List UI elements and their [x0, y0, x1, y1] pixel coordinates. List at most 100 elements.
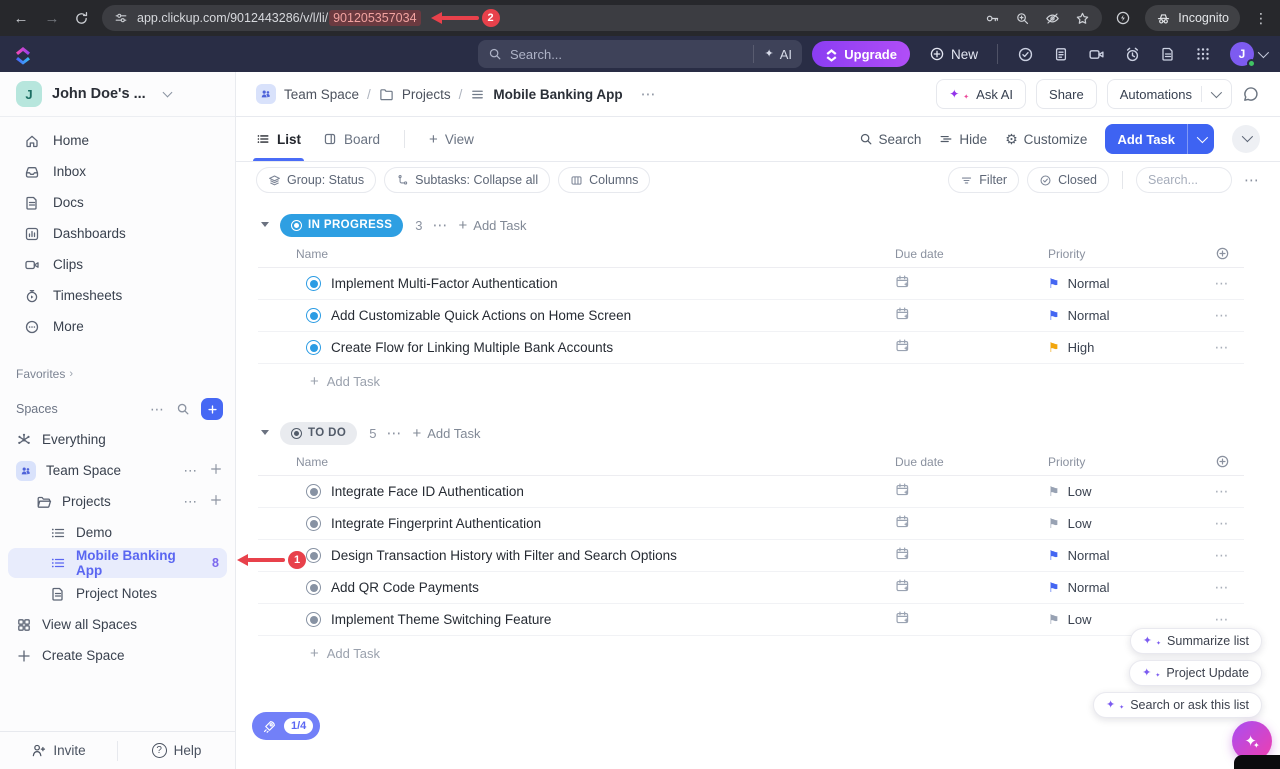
calplus-icon[interactable]: [895, 482, 910, 497]
task-status-icon[interactable]: [306, 612, 321, 627]
more-icon[interactable]: ⋯: [184, 494, 198, 510]
extension-icon[interactable]: [1115, 10, 1131, 26]
sidebar-item-team-space[interactable]: Team Space⋯: [0, 455, 235, 486]
column-header-name[interactable]: Name: [258, 247, 880, 261]
spaces-search-icon[interactable]: [176, 402, 190, 416]
calplus-icon[interactable]: [895, 274, 910, 289]
group-add-task-button[interactable]: +Add Task: [459, 218, 527, 233]
clickup-logo-icon[interactable]: [14, 44, 32, 65]
browser-menu-icon[interactable]: ⋮: [1254, 10, 1268, 27]
task-due-date-cell[interactable]: [880, 514, 1042, 534]
status-pill[interactable]: TO DO: [280, 422, 357, 445]
filter-pill[interactable]: Filter: [948, 167, 1019, 193]
video-record-icon[interactable]: [1088, 46, 1105, 63]
task-row[interactable]: Add QR Code Payments⚑Normal⋯: [258, 572, 1244, 604]
columns-pill[interactable]: Columns: [558, 167, 650, 193]
task-status-icon[interactable]: [306, 580, 321, 595]
apps-grid-icon[interactable]: [1195, 46, 1211, 62]
url-text[interactable]: app.clickup.com/9012443286/v/l/li/901205…: [137, 9, 976, 27]
todo-check-icon[interactable]: [1017, 46, 1034, 63]
sidebar-item-docs[interactable]: Docs: [0, 187, 235, 218]
calplus-icon[interactable]: [895, 610, 910, 625]
task-row[interactable]: Integrate Face ID Authentication ⚑Low⋯: [258, 476, 1244, 508]
calplus-icon[interactable]: [895, 514, 910, 529]
task-row[interactable]: Integrate Fingerprint Authentication⚑Low…: [258, 508, 1244, 540]
status-pill[interactable]: IN PROGRESS: [280, 214, 403, 237]
task-more-icon[interactable]: ⋯: [1200, 307, 1244, 324]
add-column-button[interactable]: [1200, 246, 1244, 261]
invite-button[interactable]: Invite: [0, 743, 117, 758]
task-more-icon[interactable]: ⋯: [1200, 515, 1244, 532]
task-due-date-cell[interactable]: [880, 610, 1042, 630]
user-menu[interactable]: J: [1230, 42, 1266, 66]
add-task-row[interactable]: +Add Task: [258, 636, 1244, 670]
breadcrumb-team-space[interactable]: Team Space: [284, 87, 359, 102]
search-or-ask-button[interactable]: ✦✦ Search or ask this list: [1093, 692, 1262, 718]
add-icon[interactable]: [209, 493, 223, 510]
sidebar-item-mobile-banking-app[interactable]: Mobile Banking App8: [8, 548, 227, 578]
calplus-icon[interactable]: [895, 338, 910, 353]
task-status-icon[interactable]: [306, 340, 321, 355]
browser-back-icon[interactable]: ←: [12, 10, 30, 27]
customize-button[interactable]: ⚙ Customize: [1005, 132, 1087, 147]
task-row[interactable]: Add Customizable Quick Actions on Home S…: [258, 300, 1244, 332]
task-status-icon[interactable]: [306, 516, 321, 531]
add-icon[interactable]: [209, 462, 223, 479]
task-name[interactable]: Implement Theme Switching Feature: [331, 612, 551, 627]
task-due-date-cell[interactable]: [880, 338, 1042, 358]
spaces-more-icon[interactable]: ⋯: [150, 401, 165, 418]
task-name[interactable]: Implement Multi-Factor Authentication: [331, 276, 558, 291]
task-name[interactable]: Add QR Code Payments: [331, 580, 479, 595]
task-priority-cell[interactable]: ⚑Normal: [1042, 276, 1200, 291]
task-due-date-cell[interactable]: [880, 546, 1042, 566]
sidebar-item-create-space[interactable]: Create Space: [0, 640, 235, 671]
list-search-button[interactable]: Search: [859, 132, 922, 147]
sidebar-item-clips[interactable]: Clips: [0, 249, 235, 280]
sidebar-item-everything[interactable]: Everything: [0, 424, 235, 455]
add-task-button[interactable]: Add Task: [1105, 124, 1214, 154]
task-status-icon[interactable]: [306, 548, 321, 563]
browser-forward-icon[interactable]: →: [43, 10, 61, 27]
task-more-icon[interactable]: ⋯: [1200, 483, 1244, 500]
project-update-button[interactable]: ✦✦ Project Update: [1129, 660, 1262, 686]
task-row[interactable]: Design Transaction History with Filter a…: [258, 540, 1244, 572]
group-more-icon[interactable]: ⋯: [433, 216, 449, 234]
filter-more-icon[interactable]: ⋯: [1244, 171, 1260, 189]
task-name[interactable]: Integrate Face ID Authentication: [331, 484, 524, 499]
notepad-icon[interactable]: [1053, 46, 1069, 62]
task-due-date-cell[interactable]: [880, 578, 1042, 598]
closed-pill[interactable]: Closed: [1027, 167, 1109, 193]
list-search-input[interactable]: Search...: [1136, 167, 1232, 193]
sidebar-item-inbox[interactable]: Inbox: [0, 156, 235, 187]
task-priority-cell[interactable]: ⚑Normal: [1042, 548, 1200, 563]
calplus-icon[interactable]: [895, 578, 910, 593]
collapse-caret-icon[interactable]: [260, 424, 270, 442]
sidebar-item-home[interactable]: Home: [0, 125, 235, 156]
zoom-icon[interactable]: [1015, 11, 1030, 26]
task-due-date-cell[interactable]: [880, 482, 1042, 502]
share-button[interactable]: Share: [1036, 79, 1097, 109]
collapse-caret-icon[interactable]: [260, 216, 270, 234]
search-ai-button[interactable]: ✦AI: [753, 45, 792, 63]
password-key-icon[interactable]: [985, 11, 1000, 26]
upgrade-button[interactable]: Upgrade: [812, 41, 910, 67]
task-more-icon[interactable]: ⋯: [1200, 339, 1244, 356]
calplus-icon[interactable]: [895, 306, 910, 321]
breadcrumb-projects[interactable]: Projects: [402, 87, 451, 102]
task-priority-cell[interactable]: ⚑Normal: [1042, 580, 1200, 595]
task-priority-cell[interactable]: ⚑Low: [1042, 484, 1200, 499]
group-by-pill[interactable]: Group: Status: [256, 167, 376, 193]
group-more-icon[interactable]: ⋯: [386, 424, 402, 442]
task-priority-cell[interactable]: ⚑High: [1042, 340, 1200, 355]
task-name[interactable]: Add Customizable Quick Actions on Home S…: [331, 308, 631, 323]
task-due-date-cell[interactable]: [880, 274, 1042, 294]
task-status-icon[interactable]: [306, 276, 321, 291]
task-status-icon[interactable]: [306, 308, 321, 323]
workspace-switcher[interactable]: J John Doe's ...: [0, 72, 235, 117]
help-button[interactable]: ? Help: [118, 743, 235, 758]
column-header-priority[interactable]: Priority: [1042, 455, 1200, 469]
subtasks-pill[interactable]: Subtasks: Collapse all: [384, 167, 550, 193]
calplus-icon[interactable]: [895, 546, 910, 561]
url-bar[interactable]: app.clickup.com/9012443286/v/l/li/901205…: [102, 5, 1102, 31]
add-view-button[interactable]: + View: [429, 117, 474, 161]
